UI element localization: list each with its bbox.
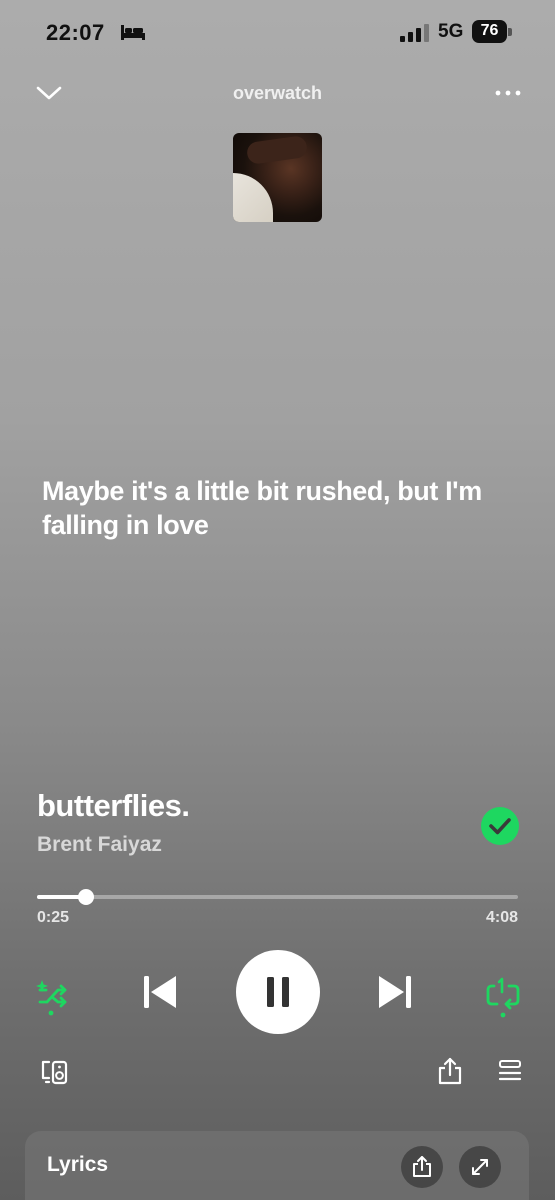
bed-icon <box>121 25 145 40</box>
progress-handle[interactable] <box>77 889 94 905</box>
next-icon[interactable] <box>375 972 415 1012</box>
liked-check-icon[interactable] <box>480 806 520 846</box>
lyrics-expand-button[interactable] <box>459 1146 501 1188</box>
status-time: 22:07 <box>46 20 105 45</box>
share-icon[interactable] <box>436 1056 464 1086</box>
total-time: 4:08 <box>485 909 518 926</box>
album-cover[interactable] <box>233 133 322 222</box>
devices-icon[interactable] <box>40 1058 70 1086</box>
more-icon[interactable] <box>494 88 522 98</box>
pause-button[interactable] <box>236 950 320 1034</box>
expand-icon <box>472 1159 488 1175</box>
pause-icon <box>267 977 289 1007</box>
repeat-one-icon[interactable] <box>485 976 521 1018</box>
battery-icon: 76 <box>472 20 512 44</box>
share-icon <box>413 1156 431 1177</box>
playlist-title[interactable]: overwatch <box>0 83 555 104</box>
network-type: 5G <box>438 21 464 42</box>
lyrics-card-title: Lyrics <box>47 1153 109 1176</box>
artist-name[interactable]: Brent Faiyaz <box>37 833 162 857</box>
battery-level: 76 <box>480 22 499 39</box>
elapsed-time: 0:25 <box>37 909 70 926</box>
progress-bar[interactable] <box>37 889 518 905</box>
previous-icon[interactable] <box>140 972 180 1012</box>
song-title[interactable]: butterflies. <box>37 788 190 824</box>
signal-icon <box>400 24 429 42</box>
smart-shuffle-icon[interactable] <box>34 976 70 1016</box>
queue-icon[interactable] <box>497 1058 523 1084</box>
lyrics-share-button[interactable] <box>401 1146 443 1188</box>
current-lyric-line: Maybe it's a little bit rushed, but I'm … <box>42 476 482 540</box>
